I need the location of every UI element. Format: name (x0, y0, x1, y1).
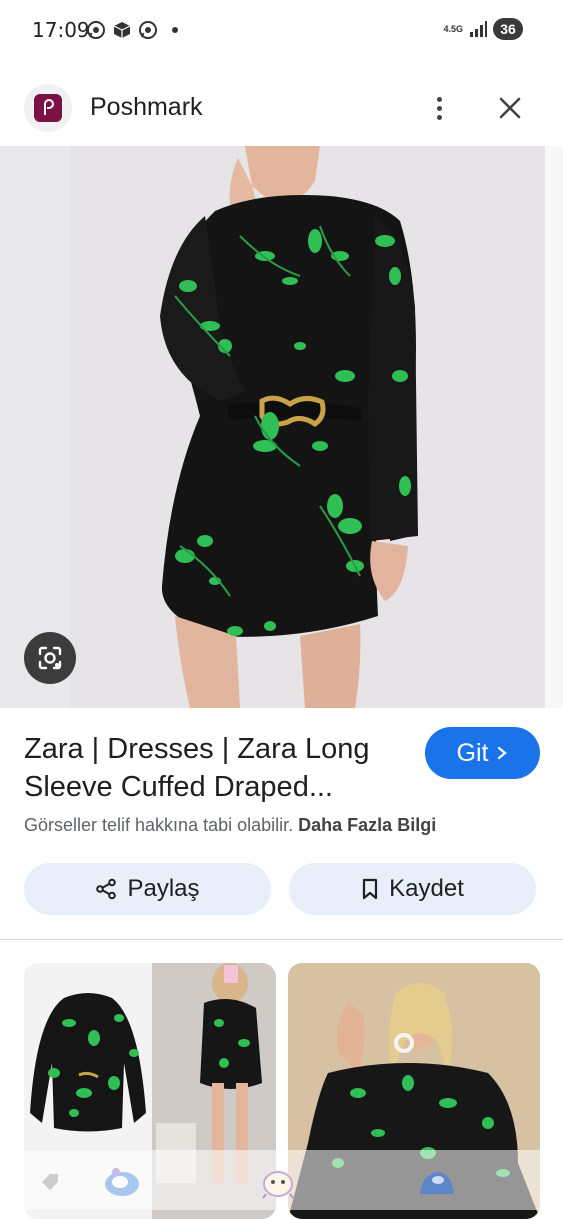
share-icon (96, 878, 117, 900)
package-icon (113, 22, 131, 38)
more-vert-icon (436, 96, 442, 102)
close-icon[interactable] (494, 92, 526, 124)
chevron-right-icon (498, 746, 508, 760)
visit-button[interactable]: Git (425, 727, 540, 779)
status-time: 17:09 (32, 18, 90, 42)
section-divider (0, 939, 563, 940)
status-bar: 17:09 4.5G 36 (0, 0, 563, 62)
tag-icon[interactable] (40, 1172, 60, 1192)
poshmark-logo-icon (34, 94, 62, 122)
sticker-icon[interactable] (102, 1164, 142, 1200)
result-header: Poshmark (0, 80, 563, 136)
visit-label: Git (456, 738, 489, 767)
system-status: 4.5G 36 (443, 18, 523, 40)
lens-icon (38, 646, 62, 670)
bookmark-icon (363, 878, 378, 900)
result-title[interactable]: Zara | Dresses | Zara Long Sleeve Cuffed… (24, 730, 404, 806)
sticker-icon[interactable] (416, 1168, 456, 1198)
lens-search-button[interactable] (24, 632, 76, 684)
more-info-link[interactable]: Daha Fazla Bilgi (298, 815, 436, 835)
dress-photo (0, 146, 563, 708)
share-label: Paylaş (127, 875, 200, 902)
share-button[interactable]: Paylaş (24, 863, 271, 915)
save-button[interactable]: Kaydet (289, 863, 536, 915)
network-type-label: 4.5G (443, 23, 463, 34)
more-options-button[interactable] (424, 90, 454, 126)
save-label: Kaydet (389, 875, 464, 902)
site-logo (24, 84, 72, 132)
poshmark-p-icon (44, 99, 55, 115)
main-product-image[interactable] (0, 146, 563, 708)
more-vert-icon-dot (436, 114, 442, 120)
battery-indicator: 36 (493, 18, 523, 40)
more-notifications-dot (172, 27, 178, 33)
site-name: Poshmark (90, 93, 203, 121)
copyright-notice: Görseller telif hakkına tabi olabilir. D… (24, 815, 436, 836)
notification-icons (86, 20, 178, 40)
whatsapp-icon (87, 21, 105, 39)
bottom-overlay-bar (24, 1150, 540, 1210)
sticker-icon[interactable] (258, 1164, 298, 1200)
copyright-text: Görseller telif hakkına tabi olabilir. (24, 815, 294, 835)
more-vert-icon-dot (436, 105, 442, 111)
whatsapp-icon (139, 21, 157, 39)
signal-icon (470, 21, 487, 37)
